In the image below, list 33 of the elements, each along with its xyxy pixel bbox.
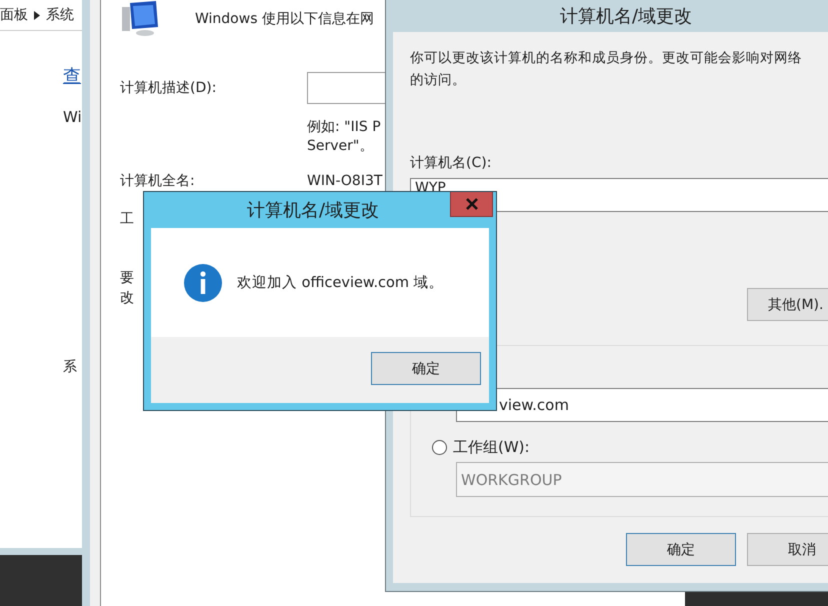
link[interactable]: 查	[63, 64, 81, 88]
chevron-icon	[34, 10, 40, 20]
intro-text: Windows 使用以下信息在网	[195, 10, 374, 28]
example-text: 例如: "IIS P	[307, 118, 381, 137]
description-field[interactable]	[307, 72, 385, 104]
radio-button[interactable]	[432, 440, 447, 455]
text: Wi	[63, 108, 82, 126]
close-button[interactable]	[450, 192, 493, 217]
breadcrumb-item[interactable]: 系统	[46, 6, 74, 24]
note-text: 改	[120, 289, 134, 308]
example-text: Server"。	[307, 137, 374, 156]
dialog-button[interactable]: 取消	[747, 533, 828, 566]
description-text: 你可以更改该计算机的名称和成员身份。更改可能会影响对网络	[410, 49, 802, 68]
dialog-button[interactable]: 确定	[626, 533, 736, 566]
description-text: 的访问。	[410, 71, 466, 90]
note-text: 要	[120, 269, 134, 288]
domain-field[interactable]: view.com	[456, 388, 828, 422]
field-label: 计算机描述(D):	[120, 79, 218, 97]
radio-label[interactable]: 工作组(W):	[453, 438, 530, 457]
breadcrumb-item[interactable]: 面板	[0, 6, 28, 24]
ok-button[interactable]: 确定	[371, 352, 481, 385]
close-icon	[464, 198, 478, 210]
info-icon	[184, 264, 222, 302]
more-button[interactable]: 其他(M).	[747, 288, 828, 321]
field-label: 计算机全名:	[120, 172, 196, 190]
field-label: 工	[120, 210, 134, 228]
computer-icon	[120, 1, 160, 37]
window-title: 计算机名/域更改	[560, 5, 692, 28]
field-label: 计算机名(C):	[410, 154, 492, 172]
window-title: 计算机名/域更改	[246, 199, 380, 222]
text: 系	[63, 358, 77, 376]
computer-name-value: WIN-O8I3T	[307, 173, 382, 189]
message-text: 欢迎加入 officeview.com 域。	[237, 274, 444, 292]
